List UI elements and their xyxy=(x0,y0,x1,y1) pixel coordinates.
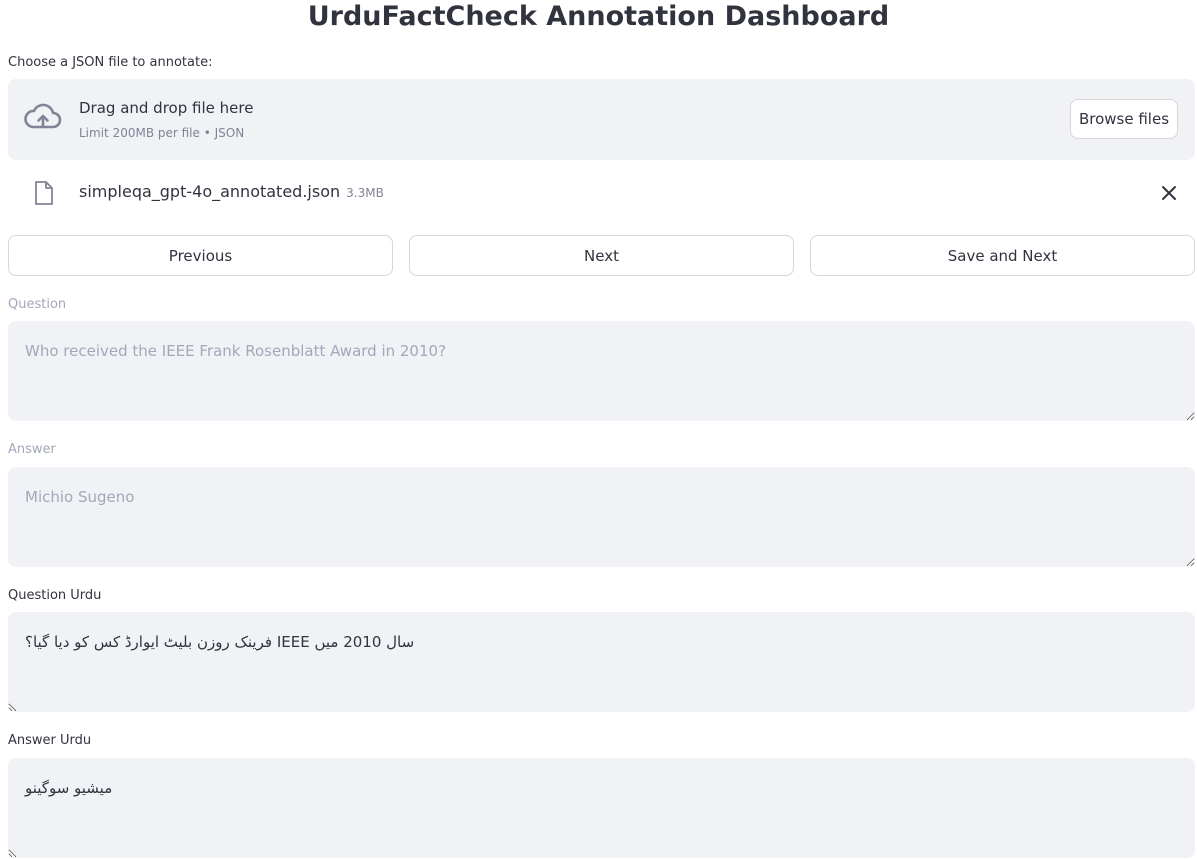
uploaded-file-size: 3.3MB xyxy=(346,186,384,200)
save-and-next-button[interactable]: Save and Next xyxy=(810,235,1195,276)
file-dropzone[interactable]: Drag and drop file here Limit 200MB per … xyxy=(8,79,1195,160)
answer-urdu-textarea[interactable] xyxy=(8,758,1195,858)
uploaded-file-info: simpleqa_gpt-4o_annotated.json 3.3MB xyxy=(79,181,384,204)
next-button[interactable]: Next xyxy=(409,235,794,276)
question-textarea xyxy=(8,321,1195,421)
close-icon[interactable] xyxy=(1158,182,1180,204)
file-icon xyxy=(35,181,53,205)
uploaded-file-row: simpleqa_gpt-4o_annotated.json 3.3MB xyxy=(8,170,1195,216)
previous-button[interactable]: Previous xyxy=(8,235,393,276)
answer-label: Answer xyxy=(8,442,56,457)
app-page: UrduFactCheck Annotation Dashboard Choos… xyxy=(0,0,1197,859)
dropzone-limit-text: Limit 200MB per file • JSON xyxy=(79,126,245,140)
uploaded-file-name: simpleqa_gpt-4o_annotated.json xyxy=(79,182,341,201)
question-urdu-textarea[interactable] xyxy=(8,612,1195,712)
page-title: UrduFactCheck Annotation Dashboard xyxy=(307,1,890,32)
question-urdu-label: Question Urdu xyxy=(8,588,102,603)
question-label: Question xyxy=(8,297,67,312)
answer-textarea xyxy=(8,467,1195,567)
cloud-upload-icon xyxy=(24,103,62,129)
browse-files-button[interactable]: Browse files xyxy=(1070,99,1178,139)
answer-urdu-label: Answer Urdu xyxy=(8,733,92,748)
dropzone-instructions: Drag and drop file here xyxy=(79,99,254,117)
file-uploader-label: Choose a JSON file to annotate: xyxy=(8,55,213,70)
